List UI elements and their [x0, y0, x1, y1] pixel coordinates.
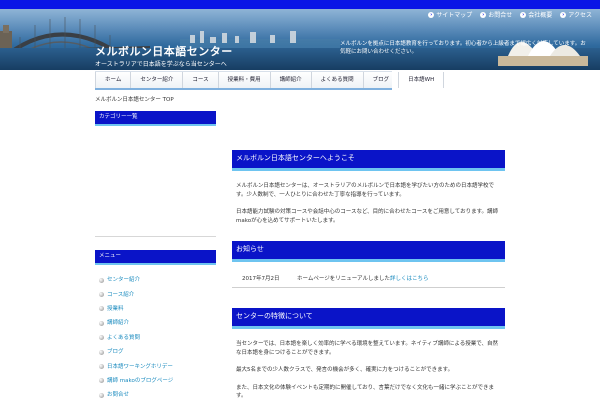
- nav-item[interactable]: 日本語WH: [399, 72, 445, 88]
- sidebar-item[interactable]: よくある質問: [95, 331, 216, 345]
- header-banner: › サイトマップ › お問合せ › 会社概要 › アクセス メルボルン日本語センター オ…: [0, 9, 600, 70]
- nav-item[interactable]: センター紹介: [131, 72, 184, 88]
- top-bar: [0, 0, 600, 9]
- sidebar-item[interactable]: 講師 makoのブログページ: [95, 374, 216, 388]
- sidebar-item[interactable]: 日本語ワーキングホリデー: [95, 359, 216, 373]
- welcome-paragraph: 日本語能力試験の対策コースや会話中心のコースなど、目的に合わせたコースをご用意し…: [236, 209, 499, 224]
- bullet-icon: [99, 292, 104, 298]
- welcome-heading: メルボルン日本語センターへようこそ: [232, 150, 505, 171]
- news-link[interactable]: 詳しくはこちら: [390, 271, 429, 287]
- sidebar-item[interactable]: コース紹介: [95, 287, 216, 301]
- nav-item[interactable]: ホーム: [95, 72, 132, 88]
- arrow-icon: ›: [480, 11, 487, 18]
- news-date: 2017年7月2日: [242, 276, 280, 282]
- bullet-icon: [99, 335, 104, 341]
- news-row: 2017年7月2日 ホームページをリニューアルしました 詳しくはこちら: [232, 271, 505, 288]
- header-link[interactable]: › 会社概要: [520, 10, 552, 19]
- about-paragraph: 当センターでは、日本語を楽しく効率的に学べる環境を整えています。ネイティブ講師に…: [236, 341, 499, 356]
- sidebar-heading: カテゴリー一覧: [95, 111, 216, 126]
- welcome-paragraph: メルボルン日本語センターは、オーストラリアのメルボルンで日本語を学びたい方のため…: [236, 183, 495, 198]
- about-heading: センターの特徴について: [232, 308, 505, 329]
- sidebar-item[interactable]: お問合せ: [95, 388, 216, 402]
- nav-item[interactable]: ブログ: [364, 72, 400, 88]
- main-content: メルボルン日本語センターへようこそ メルボルン日本語センターは、オーストラリアの…: [232, 150, 505, 401]
- header-description: メルボルンを拠点に日本語教育を行っております。初心者から上級者まで幅広く対応して…: [340, 41, 586, 55]
- bullet-icon: [99, 392, 104, 398]
- site-subtitle: オーストラリアで日本語を学ぶなら当センターへ: [95, 61, 227, 68]
- sidebar-item[interactable]: ブログ: [95, 345, 216, 359]
- bullet-icon: [99, 378, 104, 384]
- sidebar: カテゴリー一覧 メニュー センター紹介 コース紹介 授業料 講師紹介 よくある質…: [95, 111, 216, 403]
- news-text: ホームページをリニューアルしました: [297, 276, 390, 282]
- arrow-icon: ›: [428, 11, 435, 18]
- nav-item[interactable]: 講師紹介: [271, 72, 312, 88]
- sidebar-heading: メニュー: [95, 250, 216, 265]
- site-title[interactable]: メルボルン日本語センター: [95, 43, 233, 59]
- bullet-icon: [99, 349, 104, 355]
- global-nav: ホーム センター紹介 コース 授業料・費用 講師紹介 よくある質問 ブログ 日本…: [95, 71, 445, 90]
- sidebar-menu: センター紹介 コース紹介 授業料 講師紹介 よくある質問 ブログ 日本語ワーキン…: [95, 273, 216, 403]
- breadcrumb[interactable]: メルボルン日本語センター TOP: [95, 95, 174, 103]
- sidebar-divider: [95, 236, 216, 237]
- bullet-icon: [99, 277, 104, 283]
- nav-item[interactable]: 授業料・費用: [219, 72, 271, 88]
- bullet-icon: [99, 364, 104, 370]
- header-link[interactable]: › サイトマップ: [428, 10, 472, 19]
- header-link[interactable]: › アクセス: [560, 10, 592, 19]
- nav-item[interactable]: よくある質問: [312, 72, 364, 88]
- about-paragraph: また、日本文化の体験イベントも定期的に開催しており、言葉だけでなく文化も一緒に学…: [236, 384, 494, 400]
- arrow-icon: ›: [560, 11, 567, 18]
- news-heading: お知らせ: [232, 241, 505, 262]
- header-link[interactable]: › お問合せ: [480, 10, 512, 19]
- sidebar-item[interactable]: センター紹介: [95, 273, 216, 287]
- header-links: › サイトマップ › お問合せ › 会社概要 › アクセス: [428, 10, 592, 19]
- arrow-icon: ›: [520, 11, 527, 18]
- sidebar-item[interactable]: 授業料: [95, 302, 216, 316]
- sidebar-item[interactable]: 講師紹介: [95, 316, 216, 330]
- about-paragraph: 最大5名までの少人数クラスで、発言の機会が多く、確実に力をつけることができます。: [236, 367, 454, 373]
- bullet-icon: [99, 320, 104, 326]
- nav-item[interactable]: コース: [183, 72, 219, 88]
- bullet-icon: [99, 306, 104, 312]
